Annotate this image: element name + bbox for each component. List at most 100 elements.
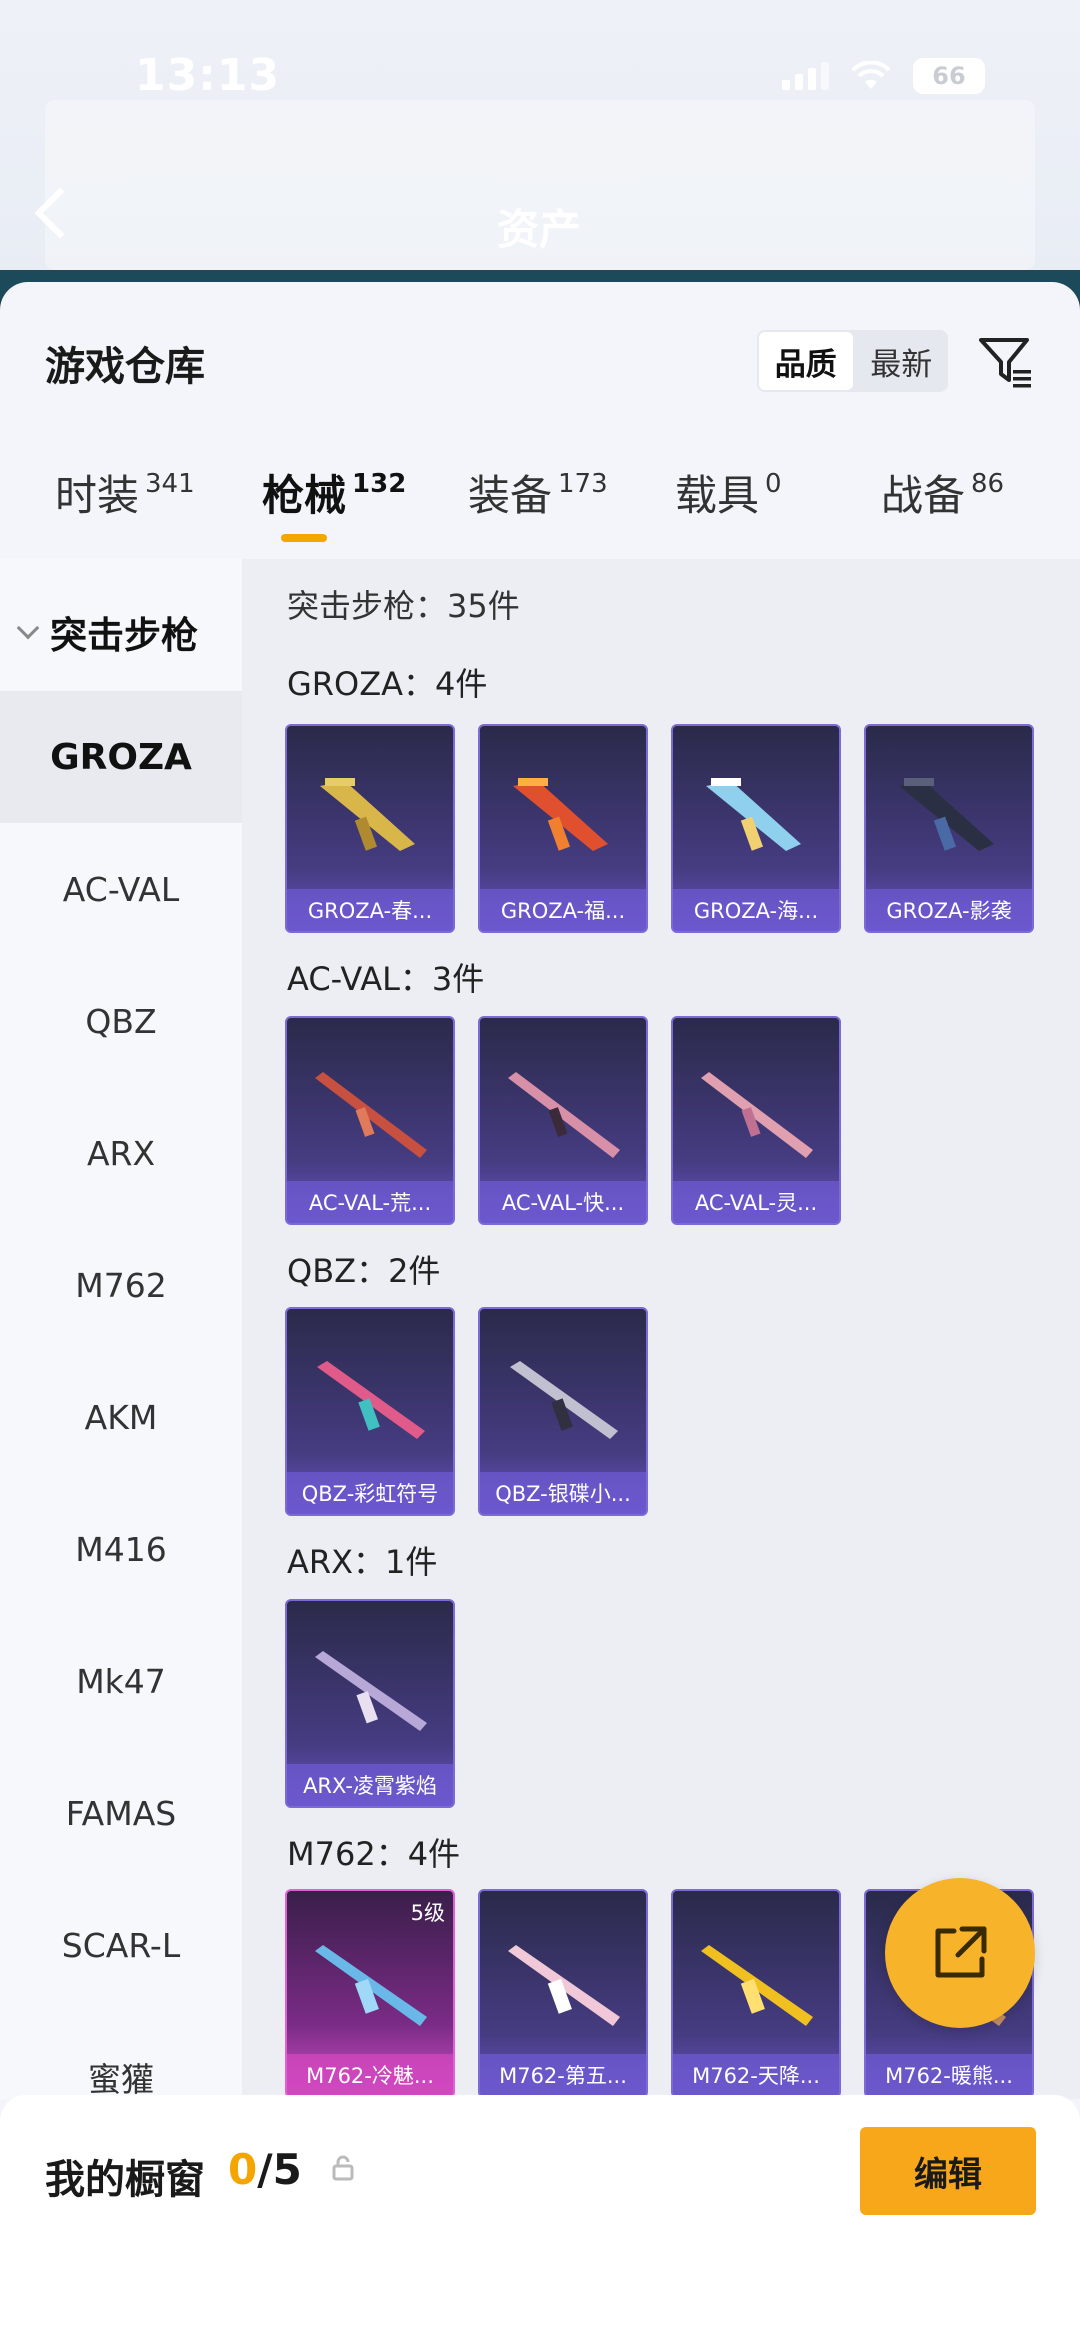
weapon-name: AC-VAL-灵... — [673, 1181, 839, 1223]
weapon-card[interactable]: QBZ-银碟小... — [478, 1307, 648, 1516]
rifle-icon — [320, 778, 415, 851]
category-item[interactable]: AKM — [0, 1351, 242, 1483]
battery-indicator: 66 — [913, 58, 985, 94]
tab-vehicles[interactable]: 载具 0 — [675, 462, 782, 523]
weapon-name: M762-天降... — [673, 2054, 839, 2096]
showcase-current: 0 — [228, 2145, 258, 2194]
tab-count: 132 — [352, 469, 407, 499]
weapon-name: ARX-凌霄紫焰 — [287, 1764, 453, 1806]
category-item[interactable]: SCAR-L — [0, 1879, 242, 2011]
weapon-card[interactable]: QBZ-彩虹符号 — [285, 1307, 455, 1516]
showcase-total: /5 — [257, 2145, 302, 2194]
group-title: M762：4件 — [287, 1835, 461, 1873]
tab-count: 173 — [558, 469, 608, 499]
signal-icon — [782, 62, 829, 90]
weapon-card[interactable]: GROZA-福... — [478, 724, 648, 933]
rifle-icon — [317, 1361, 425, 1439]
category-item[interactable]: FAMAS — [0, 1747, 242, 1879]
tab-equipment[interactable]: 装备 173 — [468, 462, 608, 523]
category-item[interactable]: AC-VAL — [0, 823, 242, 955]
weapon-name: GROZA-春... — [287, 889, 453, 931]
item-grid: QBZ-彩虹符号 QBZ-银碟小... — [285, 1307, 648, 1516]
tab-count: 341 — [145, 469, 195, 499]
weapon-card[interactable]: M762-天降... — [671, 1889, 841, 2098]
weapon-card[interactable]: AC-VAL-快... — [478, 1016, 648, 1225]
status-icons: 66 — [782, 58, 985, 94]
group-title: ARX：1件 — [287, 1543, 438, 1581]
weapon-name: QBZ-银碟小... — [480, 1472, 646, 1514]
category-item[interactable]: ARX — [0, 1087, 242, 1219]
sort-latest-button[interactable]: 最新 — [855, 330, 949, 392]
sort-toggle: 品质 最新 — [757, 330, 948, 392]
lock-icon — [332, 2155, 354, 2181]
status-time: 13:13 — [135, 50, 281, 101]
rifle-icon — [706, 778, 801, 851]
weapon-name: M762-第五... — [480, 2054, 646, 2096]
share-icon — [935, 1926, 987, 1978]
weapon-category-list: 突击步枪 GROZA AC-VAL QBZ ARX M762 AKM M416 … — [0, 559, 242, 2099]
weapon-name: AC-VAL-荒... — [287, 1181, 453, 1223]
weapon-name: M762-暖熊... — [866, 2054, 1032, 2096]
rifle-icon — [315, 1651, 427, 1731]
tab-label: 装备 — [468, 471, 553, 520]
tab-label: 枪械 — [262, 471, 347, 520]
weapon-card[interactable]: GROZA-影袭 — [864, 724, 1034, 933]
weapon-name: M762-冷魅... — [287, 2054, 453, 2096]
rifle-icon — [701, 1072, 813, 1158]
rifle-icon — [701, 1945, 813, 2026]
item-grid: GROZA-春... GROZA-福... GROZA-海... GROZA-影… — [285, 724, 1034, 933]
weapon-card[interactable]: 5级 M762-冷魅... — [285, 1889, 455, 2098]
rifle-icon — [510, 1361, 618, 1439]
tab-firearms[interactable]: 枪械 132 — [262, 462, 406, 523]
showcase-bar: 我的橱窗 0/5 编辑 — [0, 2095, 1080, 2341]
category-total: 突击步枪：35件 — [287, 587, 520, 625]
tab-supplies[interactable]: 战备 86 — [881, 462, 1004, 523]
rifle-icon — [899, 778, 994, 851]
weapon-card[interactable]: AC-VAL-荒... — [285, 1016, 455, 1225]
weapon-card[interactable]: M762-第五... — [478, 1889, 648, 2098]
category-group-header[interactable]: 突击步枪 — [16, 605, 198, 659]
rifle-icon — [315, 1945, 427, 2026]
rifle-icon — [315, 1072, 427, 1158]
category-item[interactable]: M762 — [0, 1219, 242, 1351]
group-title: QBZ：2件 — [287, 1252, 441, 1290]
category-item[interactable]: M416 — [0, 1483, 242, 1615]
tab-outfits[interactable]: 时装 341 — [55, 462, 195, 523]
tab-label: 战备 — [881, 471, 966, 520]
warehouse-sheet: 游戏仓库 品质 最新 时装 341 枪械 132 装备 173 载具 0 战备 86 突击… — [0, 282, 1080, 2341]
filter-icon[interactable] — [975, 332, 1035, 392]
weapon-name: GROZA-影袭 — [866, 889, 1032, 931]
rifle-icon — [508, 1072, 620, 1158]
group-title: AC-VAL：3件 — [287, 960, 485, 998]
active-tab-indicator — [281, 534, 327, 542]
tab-label: 时装 — [55, 471, 140, 520]
weapon-card[interactable]: AC-VAL-灵... — [671, 1016, 841, 1225]
item-grid: ARX-凌霄紫焰 — [285, 1599, 455, 1808]
rifle-icon — [508, 1945, 620, 2026]
weapon-name: GROZA-海... — [673, 889, 839, 931]
tab-label: 载具 — [675, 471, 760, 520]
category-item[interactable]: QBZ — [0, 955, 242, 1087]
weapon-content: 突击步枪：35件 GROZA：4件 GROZA-春... GROZA-福... … — [242, 559, 1080, 2099]
page-title: 资产 — [497, 205, 582, 254]
group-title: GROZA：4件 — [287, 665, 488, 703]
tab-count: 0 — [765, 469, 782, 499]
weapon-name: AC-VAL-快... — [480, 1181, 646, 1223]
weapon-name: GROZA-福... — [480, 889, 646, 931]
showcase-count: 0/5 — [228, 2145, 302, 2194]
rifle-icon — [513, 778, 608, 851]
edit-button[interactable]: 编辑 — [860, 2127, 1036, 2215]
weapon-card[interactable]: ARX-凌霄紫焰 — [285, 1599, 455, 1808]
category-item[interactable]: GROZA — [0, 691, 242, 823]
item-grid: AC-VAL-荒... AC-VAL-快... AC-VAL-灵... — [285, 1016, 841, 1225]
showcase-title: 我的橱窗 — [45, 2157, 205, 2203]
weapon-card[interactable]: GROZA-春... — [285, 724, 455, 933]
wifi-icon — [851, 61, 891, 89]
weapon-card[interactable]: GROZA-海... — [671, 724, 841, 933]
share-button[interactable] — [885, 1878, 1035, 2028]
category-group-label: 突击步枪 — [50, 614, 198, 657]
category-item[interactable]: Mk47 — [0, 1615, 242, 1747]
category-tabs: 时装 341 枪械 132 装备 173 载具 0 战备 86 — [0, 462, 1080, 542]
tab-count: 86 — [971, 469, 1005, 499]
sort-quality-button[interactable]: 品质 — [757, 330, 855, 392]
